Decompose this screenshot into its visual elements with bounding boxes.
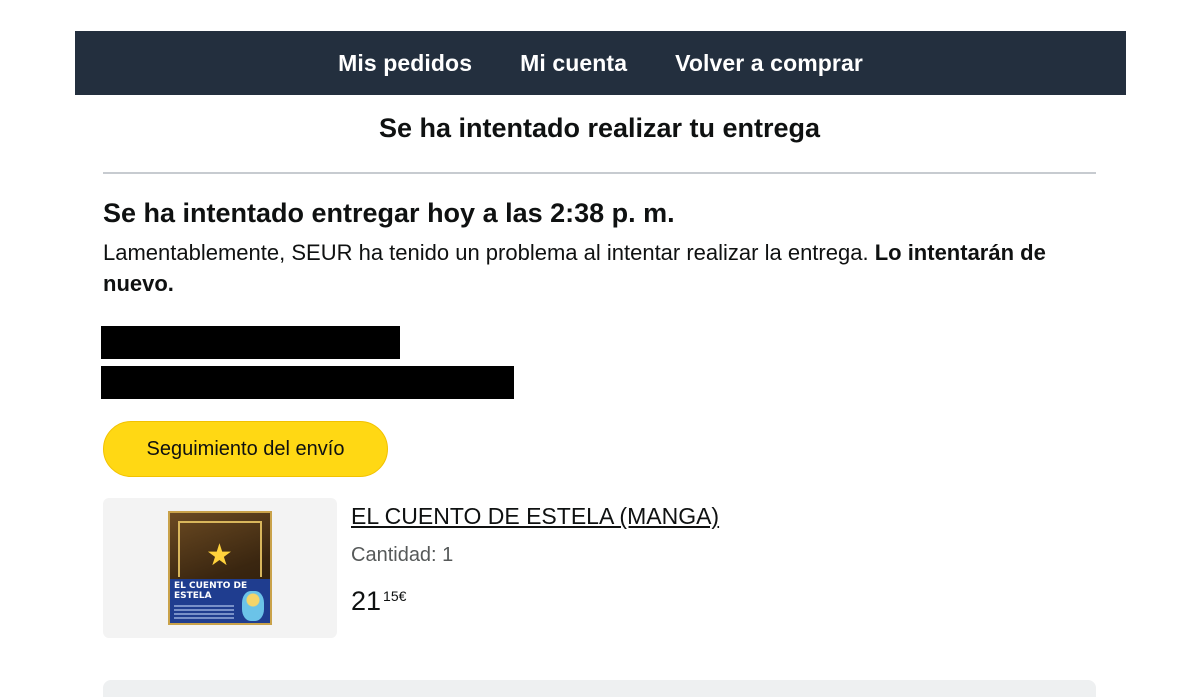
product-title-link[interactable]: EL CUENTO DE ESTELA (MANGA) xyxy=(351,503,719,530)
product-price: 21 15€ xyxy=(351,586,406,617)
top-nav: Mis pedidos Mi cuenta Volver a comprar xyxy=(75,31,1126,95)
nav-buy-again[interactable]: Volver a comprar xyxy=(675,50,863,77)
delivery-message-text: Lamentablemente, SEUR ha tenido un probl… xyxy=(103,240,869,265)
nav-my-account[interactable]: Mi cuenta xyxy=(520,50,627,77)
track-shipment-button[interactable]: Seguimiento del envío xyxy=(103,421,388,477)
next-section-box xyxy=(103,680,1096,697)
product-cover-image[interactable]: ★ EL CUENTO DE ESTELA xyxy=(168,511,272,625)
redacted-block xyxy=(101,366,514,399)
page-title: Se ha intentado realizar tu entrega xyxy=(378,113,821,143)
delivery-attempt-message: Lamentablemente, SEUR ha tenido un probl… xyxy=(103,237,1083,299)
star-icon: ★ xyxy=(206,539,233,572)
product-image-container[interactable]: ★ EL CUENTO DE ESTELA xyxy=(103,498,337,638)
nav-my-orders[interactable]: Mis pedidos xyxy=(338,50,472,77)
cover-text-lines xyxy=(174,605,234,619)
divider xyxy=(103,172,1096,174)
cover-character xyxy=(242,591,264,621)
delivery-attempt-heading: Se ha intentado entregar hoy a las 2:38 … xyxy=(103,198,675,228)
price-fraction: 15€ xyxy=(383,588,407,604)
product-quantity: Cantidad: 1 xyxy=(351,544,454,566)
redacted-block xyxy=(101,326,400,359)
email-page: Mis pedidos Mi cuenta Volver a comprar S… xyxy=(0,0,1199,697)
price-whole: 21 xyxy=(351,586,382,616)
